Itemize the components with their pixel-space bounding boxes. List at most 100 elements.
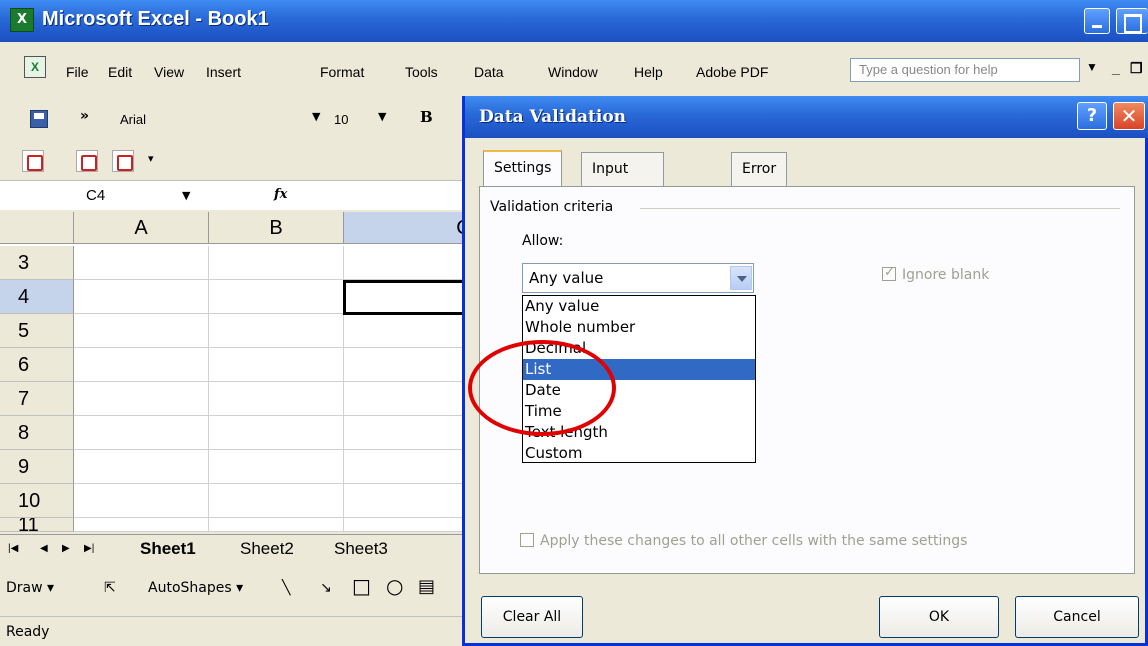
arrow-tool-icon[interactable]: ↘ [320, 580, 332, 596]
row-header-5[interactable]: 5 [0, 314, 74, 348]
convert-pdf-icon[interactable] [22, 150, 44, 172]
tab-input-message[interactable]: Input Message [581, 152, 665, 209]
row-header-4[interactable]: 4 [0, 280, 74, 314]
grid-cell[interactable] [74, 518, 209, 532]
menu-format[interactable]: Format [320, 64, 364, 80]
minimize-button[interactable] [1084, 8, 1110, 34]
menu-insert[interactable]: Insert [206, 64, 241, 80]
grid-cell[interactable] [74, 484, 209, 518]
tab-sheet3[interactable]: Sheet3 [334, 539, 388, 559]
ok-button[interactable]: OK [879, 596, 999, 638]
prev-sheet-icon[interactable]: ◀ [40, 543, 48, 554]
close-icon[interactable]: ✕ [1113, 102, 1145, 130]
apply-all-checkbox[interactable]: Apply these changes to all other cells w… [520, 533, 967, 549]
option-date[interactable]: Date [523, 380, 755, 401]
column-header-b[interactable]: B [209, 212, 344, 244]
workbook-minimize-icon[interactable]: _ [1112, 60, 1120, 76]
grid-cell[interactable] [74, 450, 209, 484]
pdf-review-icon[interactable] [112, 150, 134, 172]
tab-settings[interactable]: Settings [483, 150, 563, 186]
cancel-button[interactable]: Cancel [1015, 596, 1139, 638]
settings-panel: Validation criteria Allow: Any value Any… [479, 186, 1135, 574]
allow-dropdown-icon[interactable] [730, 266, 752, 290]
row-header-7[interactable]: 7 [0, 382, 74, 416]
bold-button[interactable]: B [420, 108, 433, 126]
menu-view[interactable]: View [154, 64, 184, 80]
row-header-9[interactable]: 9 [0, 450, 74, 484]
worksheet-grid[interactable]: A B C 3 4 5 6 7 8 9 10 11 [0, 212, 584, 532]
option-time[interactable]: Time [523, 401, 755, 422]
toolbar-overflow-icon[interactable]: » [80, 108, 89, 124]
option-whole-number[interactable]: Whole number [523, 317, 755, 338]
option-decimal[interactable]: Decimal [523, 338, 755, 359]
autoshapes-menu-button[interactable]: AutoShapes ▾ [148, 580, 243, 596]
font-size-select[interactable]: 10 [334, 108, 348, 132]
help-icon[interactable]: ? [1077, 102, 1107, 130]
select-pointer-icon[interactable]: ⇱ [104, 580, 116, 596]
ignore-blank-checkbox[interactable]: Ignore blank [882, 265, 989, 283]
name-box[interactable]: C4 [0, 183, 196, 209]
font-dropdown-icon[interactable]: ▼ [312, 110, 320, 123]
maximize-button[interactable] [1116, 8, 1148, 34]
grid-cell[interactable] [74, 416, 209, 450]
row-header-3[interactable]: 3 [0, 246, 74, 280]
menu-file[interactable]: File [66, 64, 89, 80]
grid-cell[interactable] [209, 450, 344, 484]
line-tool-icon[interactable]: ╲ [282, 580, 290, 596]
insert-function-icon[interactable]: fx [274, 187, 287, 202]
menu-tools[interactable]: Tools [405, 64, 438, 80]
menu-data[interactable]: Data [474, 64, 504, 80]
workbook-icon[interactable]: X [24, 56, 46, 78]
grid-cell[interactable] [74, 280, 209, 314]
font-name-select[interactable]: Arial [114, 108, 304, 132]
grid-cell[interactable] [209, 382, 344, 416]
grid-cell[interactable] [209, 416, 344, 450]
menu-help[interactable]: Help [634, 64, 663, 80]
clear-all-button[interactable]: Clear All [481, 596, 583, 638]
menu-window[interactable]: Window [548, 64, 598, 80]
select-all-corner[interactable] [0, 212, 74, 244]
grid-cell[interactable] [74, 246, 209, 280]
row-header-6[interactable]: 6 [0, 348, 74, 382]
rectangle-tool-icon[interactable]: □ [352, 574, 371, 598]
grid-cell[interactable] [209, 314, 344, 348]
help-dropdown-icon[interactable]: ▼ [1086, 60, 1098, 74]
pdf-email-icon[interactable] [76, 150, 98, 172]
grid-cell[interactable] [209, 518, 344, 532]
option-text-length[interactable]: Text length [523, 422, 755, 443]
option-custom[interactable]: Custom [523, 443, 755, 464]
grid-cell[interactable] [209, 484, 344, 518]
draw-menu-button[interactable]: Draw ▾ [6, 580, 54, 596]
grid-cell[interactable] [74, 348, 209, 382]
first-sheet-icon[interactable]: |◀ [8, 543, 18, 554]
help-question-input[interactable]: Type a question for help [850, 58, 1080, 82]
pdf-dropdown-icon[interactable]: ▾ [148, 152, 154, 165]
save-icon[interactable] [30, 110, 48, 128]
menu-adobe-pdf[interactable]: Adobe PDF [696, 64, 768, 80]
grid-cell[interactable] [74, 382, 209, 416]
tab-sheet2[interactable]: Sheet2 [240, 539, 294, 559]
grid-cell[interactable] [209, 280, 344, 314]
allow-select[interactable]: Any value [522, 263, 754, 293]
column-header-a[interactable]: A [74, 212, 209, 244]
grid-cell[interactable] [209, 348, 344, 382]
grid-cell[interactable] [209, 246, 344, 280]
allow-options-list[interactable]: Any value Whole number Decimal List Date… [522, 295, 756, 463]
name-box-dropdown-icon[interactable]: ▼ [182, 189, 190, 202]
option-list[interactable]: List [523, 359, 755, 380]
active-cell-c4[interactable] [343, 280, 470, 315]
row-header-8[interactable]: 8 [0, 416, 74, 450]
tab-error-alert[interactable]: Error Alert [731, 152, 788, 209]
textbox-tool-icon[interactable]: ▤ [418, 576, 435, 597]
tab-sheet1[interactable]: Sheet1 [140, 539, 196, 559]
grid-cell[interactable] [74, 314, 209, 348]
row-header-10[interactable]: 10 [0, 484, 74, 518]
workbook-restore-icon[interactable]: ❐ [1130, 60, 1143, 77]
menu-edit[interactable]: Edit [108, 64, 132, 80]
last-sheet-icon[interactable]: ▶| [84, 543, 94, 554]
option-any-value[interactable]: Any value [523, 296, 755, 317]
row-header-11[interactable]: 11 [0, 518, 74, 532]
next-sheet-icon[interactable]: ▶ [62, 543, 70, 554]
oval-tool-icon[interactable]: ○ [386, 574, 403, 598]
font-size-dropdown-icon[interactable]: ▼ [378, 110, 386, 123]
